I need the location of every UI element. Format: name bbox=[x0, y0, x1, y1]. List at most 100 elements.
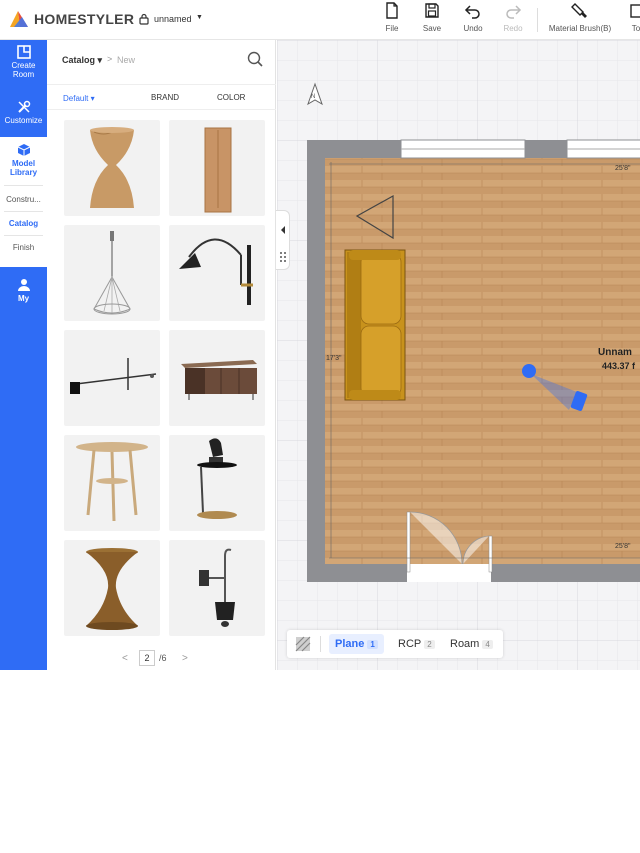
material-brush-button[interactable]: Material Brush(B) bbox=[545, 2, 615, 38]
toolbar-divider bbox=[537, 8, 538, 32]
tab-rcp[interactable]: RCP 2 bbox=[392, 634, 441, 654]
nav-my[interactable]: My bbox=[0, 278, 47, 303]
brass-hourglass-stool-image bbox=[86, 548, 138, 630]
wood-sideboard-image bbox=[181, 360, 257, 400]
total-pages: /6 bbox=[159, 653, 167, 663]
undo-icon bbox=[464, 5, 480, 19]
industrial-wall-sconce-image bbox=[199, 548, 235, 627]
tools-icon bbox=[630, 4, 640, 18]
customize-label: Customize bbox=[4, 116, 43, 125]
brush-icon bbox=[571, 3, 587, 18]
dimension-top: 25'8" bbox=[615, 165, 631, 172]
brand-filter[interactable]: BRAND bbox=[151, 93, 179, 102]
redo-button[interactable]: Redo bbox=[500, 2, 526, 38]
product-card-brass-hourglass-stool[interactable] bbox=[64, 540, 160, 636]
filter-bar: Default ▾ BRAND COLOR bbox=[47, 84, 276, 110]
sort-default-label: Default bbox=[63, 94, 89, 103]
redo-icon bbox=[506, 5, 522, 19]
file-label: File bbox=[385, 24, 399, 33]
tab-plane[interactable]: Plane 1 bbox=[329, 634, 384, 654]
svg-text:N: N bbox=[311, 94, 315, 100]
tools-label: To bbox=[631, 24, 640, 33]
product-card-black-swing-arm-wall-lamp[interactable] bbox=[169, 225, 265, 321]
view-bar-divider bbox=[320, 636, 321, 652]
nav-create-room[interactable]: Create Room bbox=[0, 45, 47, 79]
save-icon bbox=[425, 3, 439, 18]
panel-collapse-handle[interactable] bbox=[276, 210, 290, 270]
tab-rcp-key: 2 bbox=[424, 640, 435, 649]
tall-wood-cabinet-image bbox=[204, 127, 232, 213]
product-card-wire-pendant-lamp[interactable] bbox=[64, 225, 160, 321]
file-button[interactable]: File bbox=[379, 2, 405, 38]
product-card-three-leg-side-table[interactable] bbox=[64, 435, 160, 531]
undo-button[interactable]: Undo bbox=[458, 2, 488, 38]
prev-page-button[interactable]: < bbox=[122, 653, 128, 664]
subnav-finish[interactable]: Finish bbox=[0, 243, 47, 252]
tools-button[interactable]: To bbox=[624, 2, 640, 38]
model-library-group: Model Library Constru... Catalog Finish bbox=[0, 137, 47, 267]
create-room-icon bbox=[16, 45, 31, 59]
tab-roam[interactable]: Roam 4 bbox=[444, 634, 499, 654]
color-filter[interactable]: COLOR bbox=[217, 93, 245, 102]
homestyler-logo-icon bbox=[10, 11, 28, 27]
collapse-arrow-icon bbox=[280, 226, 286, 262]
breadcrumb-new: New bbox=[117, 55, 136, 65]
product-card-hourglass-wood-stool[interactable] bbox=[64, 120, 160, 216]
breadcrumb-catalog-label: Catalog bbox=[62, 55, 96, 65]
tab-rcp-label: RCP bbox=[398, 638, 422, 650]
tab-plane-label: Plane bbox=[335, 638, 365, 650]
project-name[interactable]: unnamed bbox=[154, 14, 192, 24]
room-area: 443.37 f bbox=[602, 361, 636, 371]
subnav-divider bbox=[4, 211, 43, 212]
sculpture-side-table-image bbox=[197, 438, 237, 519]
cube-icon bbox=[17, 144, 30, 156]
tab-roam-label: Roam bbox=[450, 638, 480, 650]
breadcrumb-catalog[interactable]: Catalog ▾ bbox=[62, 55, 102, 66]
save-label: Save bbox=[422, 24, 442, 33]
dimension-left: 17'3" bbox=[326, 355, 342, 362]
product-card-wood-sideboard[interactable] bbox=[169, 330, 265, 426]
project-dropdown-icon[interactable]: ▼ bbox=[196, 14, 203, 21]
search-icon[interactable] bbox=[247, 51, 263, 67]
dimension-bottom: 25'8" bbox=[615, 543, 631, 550]
tab-plane-key: 1 bbox=[367, 640, 378, 649]
black-swing-arm-wall-lamp-image bbox=[179, 238, 253, 305]
tab-roam-key: 4 bbox=[482, 640, 493, 649]
breadcrumb-separator: > bbox=[107, 54, 113, 64]
subnav-catalog[interactable]: Catalog bbox=[0, 219, 47, 228]
pagination: < 2 /6 > bbox=[47, 650, 276, 668]
create-room-label: Create Room bbox=[11, 61, 36, 79]
product-card-tall-wood-cabinet[interactable] bbox=[169, 120, 265, 216]
next-page-button[interactable]: > bbox=[182, 653, 188, 664]
product-card-sculpture-side-table[interactable] bbox=[169, 435, 265, 531]
undo-label: Undo bbox=[463, 24, 483, 33]
nav-customize[interactable]: Customize bbox=[0, 100, 47, 125]
top-bar: HOMESTYLER unnamed ▼ File Save Undo Redo… bbox=[0, 0, 640, 40]
nav-model-library[interactable]: Model Library bbox=[0, 143, 47, 177]
product-card-industrial-wall-sconce[interactable] bbox=[169, 540, 265, 636]
subnav-divider bbox=[4, 185, 43, 186]
customize-icon bbox=[17, 100, 30, 113]
material-brush-label: Material Brush(B) bbox=[548, 24, 612, 33]
subnav-divider bbox=[4, 235, 43, 236]
redo-label: Redo bbox=[503, 24, 523, 33]
room-name[interactable]: Unnam bbox=[598, 347, 632, 358]
lock-icon bbox=[139, 13, 149, 25]
subnav-construction[interactable]: Constru... bbox=[0, 195, 47, 204]
product-card-floor-arc-lamp[interactable] bbox=[64, 330, 160, 426]
wire-pendant-lamp-image bbox=[93, 231, 131, 315]
current-page-input[interactable]: 2 bbox=[139, 650, 155, 666]
left-nav: Create Room Customize Model Library Cons… bbox=[0, 40, 47, 670]
brand-name: HOMESTYLER bbox=[34, 11, 135, 27]
three-leg-side-table-image bbox=[76, 442, 148, 522]
save-button[interactable]: Save bbox=[418, 2, 446, 38]
hatch-tool-icon[interactable] bbox=[295, 636, 311, 652]
model-library-label: Model Library bbox=[9, 159, 38, 177]
floor-arc-lamp-image bbox=[70, 358, 157, 394]
floorplan-canvas[interactable]: N 25'8" 17'3" 25'8" Unnam 443.37 f Plane… bbox=[277, 40, 640, 670]
sort-default-dropdown[interactable]: Default ▾ bbox=[63, 94, 95, 103]
view-mode-bar: Plane 1 RCP 2 Roam 4 bbox=[287, 630, 503, 658]
my-label: My bbox=[17, 294, 30, 303]
app-window: HOMESTYLER unnamed ▼ File Save Undo Redo… bbox=[0, 0, 640, 670]
user-icon bbox=[17, 279, 30, 291]
